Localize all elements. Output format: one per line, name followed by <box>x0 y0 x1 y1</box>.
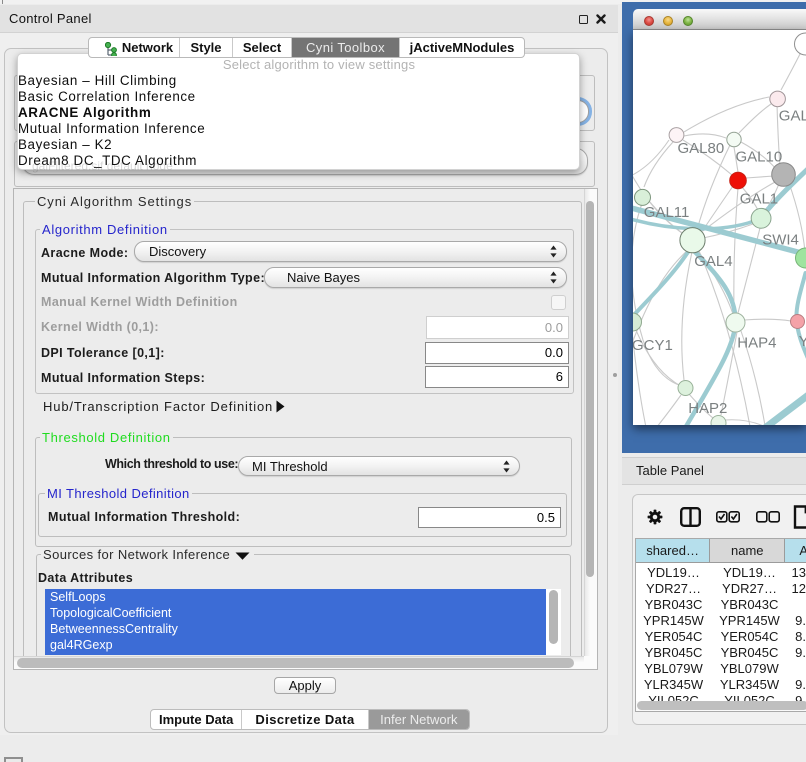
svg-text:GAL1: GAL1 <box>740 191 778 208</box>
svg-text:GAL11: GAL11 <box>644 204 690 221</box>
svg-text:HAP2: HAP2 <box>688 400 727 417</box>
svg-text:GAL80: GAL80 <box>678 140 725 157</box>
svg-text:GAL10: GAL10 <box>736 149 783 166</box>
svg-text:YM: YM <box>799 333 806 350</box>
svg-text:SWI4: SWI4 <box>762 231 799 248</box>
svg-text:HAP4: HAP4 <box>737 334 776 351</box>
svg-text:GAL4: GAL4 <box>694 253 732 270</box>
svg-text:GAL7: GAL7 <box>779 108 806 125</box>
svg-text:GCY1: GCY1 <box>633 337 673 354</box>
